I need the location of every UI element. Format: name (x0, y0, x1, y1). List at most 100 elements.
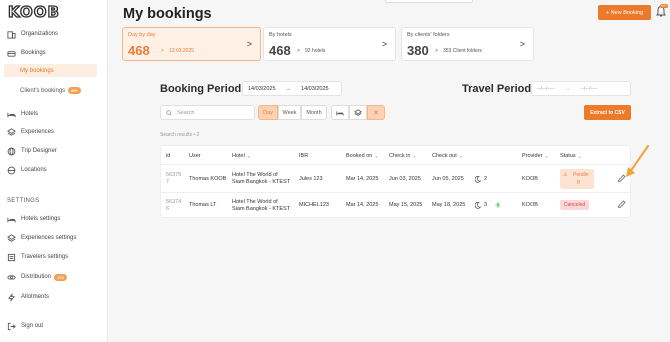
sidebar-item-bookings[interactable]: Bookings (6, 46, 46, 60)
booking-hotel: Hotel The World of Siam Bangkok - KTEST (232, 172, 291, 185)
booking-user: Thomas LT (189, 202, 217, 208)
clear-filter-button[interactable]: ✕ (367, 105, 385, 120)
booking-hotel: Hotel The World of Siam Bangkok - KTEST (232, 199, 291, 212)
travel-from-date[interactable]: --/--/---- (532, 86, 560, 92)
sort-icon: ▿ (459, 153, 462, 159)
card-meta-arrow: > (161, 48, 164, 54)
card-meta: 353 Client folders (443, 48, 482, 54)
chevron-right-icon: > (246, 39, 252, 49)
column-header-check-out[interactable]: Check out ▿ (432, 153, 462, 159)
column-header-user[interactable]: User (189, 153, 201, 159)
sidebar-item-experiences-settings[interactable]: Experiences settings (6, 231, 76, 245)
card-title: Day by day (128, 32, 156, 38)
column-header-booked-on[interactable]: Booked on ▿ (346, 153, 377, 159)
building-icon (6, 29, 16, 39)
sidebar-item-label: Organizations (21, 31, 59, 37)
new-booking-button[interactable]: + New Booking (598, 5, 651, 20)
annotation-arrow-icon (626, 145, 649, 177)
sidebar-item-hotels[interactable]: Hotels (6, 107, 38, 121)
sidebar-item-hotels-settings[interactable]: Hotels settings (6, 212, 60, 226)
sidebar-item-label: Bookings (21, 50, 46, 56)
status-badge: ⚠ Pendin g (560, 169, 594, 189)
bed-icon (6, 109, 16, 119)
booking-period-range[interactable]: 14/03/2025 → 14/03/2025 (242, 81, 342, 96)
sort-icon: ▿ (545, 153, 548, 159)
experience-filter-button[interactable] (349, 105, 367, 120)
card-meta-arrow: > (435, 48, 438, 54)
booking-id[interactable]: 56374 6 (166, 199, 181, 213)
sort-icon: ▿ (247, 153, 250, 159)
koob-logo[interactable]: KOOB (7, 2, 60, 21)
booking-booked-on: Mar 14, 2025 (346, 176, 379, 182)
search-results-count: Search results • 2 (160, 132, 200, 138)
arrow-right-icon: → (285, 85, 292, 92)
card-day-by-day[interactable]: Day by day 468 > 13.03.2025 > (122, 27, 261, 61)
moon-icon (475, 202, 481, 209)
sign-out-button[interactable]: Sign out (6, 319, 43, 333)
booking-user: Thomas KOOB (189, 176, 227, 182)
layers-icon (6, 127, 16, 137)
globe-icon (6, 146, 16, 156)
moon-icon (475, 176, 481, 183)
card-count: 468 (269, 43, 291, 58)
card-count: 380 (407, 43, 429, 58)
travel-period-range[interactable]: --/--/---- → --/--/---- (531, 81, 631, 96)
search-input[interactable]: Search (160, 105, 255, 120)
page-title: My bookings (123, 6, 212, 22)
sidebar-item-allotments[interactable]: Allotments (6, 290, 49, 304)
extract-csv-button[interactable]: Extract to CSV (584, 105, 631, 120)
booking-check-out: May 18, 2025 (432, 202, 466, 208)
sidebar-item-experiences[interactable]: Experiences (6, 125, 54, 139)
sort-icon: ▵ (578, 153, 581, 159)
travel-period-title: Travel Period (462, 83, 532, 95)
arrow-right-icon: → (564, 85, 571, 92)
card-by-clients-folders[interactable]: By clients' folders 380 > 353 Client fol… (401, 27, 534, 61)
column-header-provider[interactable]: Provider ▿ (522, 153, 548, 159)
column-header-hotel[interactable]: Hotel ▿ (232, 153, 250, 159)
booking-id[interactable]: 56375 7 (166, 172, 181, 186)
booking-booked-on: Mar 14, 2025 (346, 202, 379, 208)
day-toggle[interactable]: Day (258, 105, 278, 120)
sidebar-item-distribution[interactable]: Distribution 170 (6, 270, 67, 284)
sort-icon: ▿ (413, 153, 416, 159)
bed-icon (336, 110, 344, 115)
week-toggle[interactable]: Week (278, 105, 301, 120)
hotel-filter-button[interactable] (331, 105, 349, 120)
chevron-right-icon: > (519, 39, 525, 49)
search-icon (166, 109, 172, 116)
sidebar-item-travelers-settings[interactable]: Travelers settings (6, 250, 68, 264)
card-count: 468 (128, 43, 150, 58)
sidebar-item-clients-bookings[interactable]: Client's bookings 99+ (4, 84, 97, 97)
bookings-icon (6, 48, 16, 58)
card-by-hotels[interactable]: By hotels 468 > 92 hotels > (263, 27, 396, 61)
list-icon (6, 252, 16, 262)
booking-nights: 2 (484, 176, 488, 182)
sidebar-item-locations[interactable]: Locations (6, 163, 47, 177)
column-header-check-in[interactable]: Check in ▿ (389, 153, 415, 159)
status-badge: Canceled (560, 200, 590, 210)
travel-to-date[interactable]: --/--/---- (575, 86, 603, 92)
table-divider (161, 192, 630, 193)
bolt-icon (495, 201, 501, 209)
sidebar-item-my-bookings[interactable]: My bookings (4, 64, 97, 77)
booking-ibr: MICHEL123 (299, 202, 329, 208)
column-header-status[interactable]: Status ▵ (560, 153, 581, 159)
booking-ibr: Jules 123 (299, 176, 323, 182)
count-badge: 99+ (68, 87, 81, 94)
sidebar-item-organizations[interactable]: Organizations (6, 27, 58, 41)
sidebar-item-trip-designer[interactable]: Trip Designer (6, 144, 57, 158)
card-meta: 13.03.2025 (169, 48, 195, 54)
booking-to-date[interactable]: 14/03/2025 (296, 86, 334, 92)
column-header-ibr[interactable]: IBR (299, 153, 308, 159)
bolt-icon (6, 292, 16, 302)
sort-icon: ▿ (375, 153, 378, 159)
column-header-id[interactable]: id (166, 153, 170, 159)
edit-icon[interactable] (617, 200, 626, 209)
booking-check-in: Jun 03, 2025 (389, 176, 421, 182)
card-title: By hotels (269, 32, 292, 38)
top-scroll-indicator (385, 0, 473, 3)
bed-icon (6, 214, 16, 224)
booking-check-out: Jun 05, 2025 (432, 176, 464, 182)
booking-from-date[interactable]: 14/03/2025 (243, 86, 281, 92)
month-toggle[interactable]: Month (301, 105, 327, 120)
